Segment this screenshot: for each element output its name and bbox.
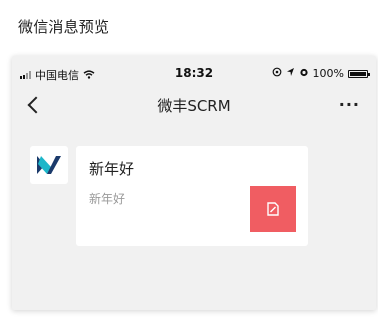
message-thumbnail — [250, 186, 296, 232]
status-bar: 中国电信 18:32 100% — [12, 56, 376, 90]
chat-title: 微丰SCRM — [157, 97, 231, 115]
phone-preview: 中国电信 18:32 100% 微丰SCRM ··· 新年好 新年好 — [12, 56, 376, 310]
chat-nav-bar: 微丰SCRM ··· — [12, 90, 376, 124]
rotation-lock-icon — [272, 67, 282, 80]
battery-percent: 100% — [312, 67, 344, 80]
alarm-icon — [299, 67, 309, 80]
sender-avatar[interactable] — [30, 146, 68, 184]
location-icon — [286, 67, 295, 80]
link-icon — [267, 202, 279, 216]
more-icon[interactable]: ··· — [339, 95, 360, 114]
message-title: 新年好 — [89, 160, 135, 178]
panel-title: 微信消息预览 — [18, 18, 110, 36]
message-description: 新年好 — [89, 192, 126, 206]
brand-logo-icon — [37, 156, 61, 174]
link-message-card[interactable]: 新年好 新年好 — [76, 146, 308, 246]
battery-icon — [348, 69, 370, 78]
